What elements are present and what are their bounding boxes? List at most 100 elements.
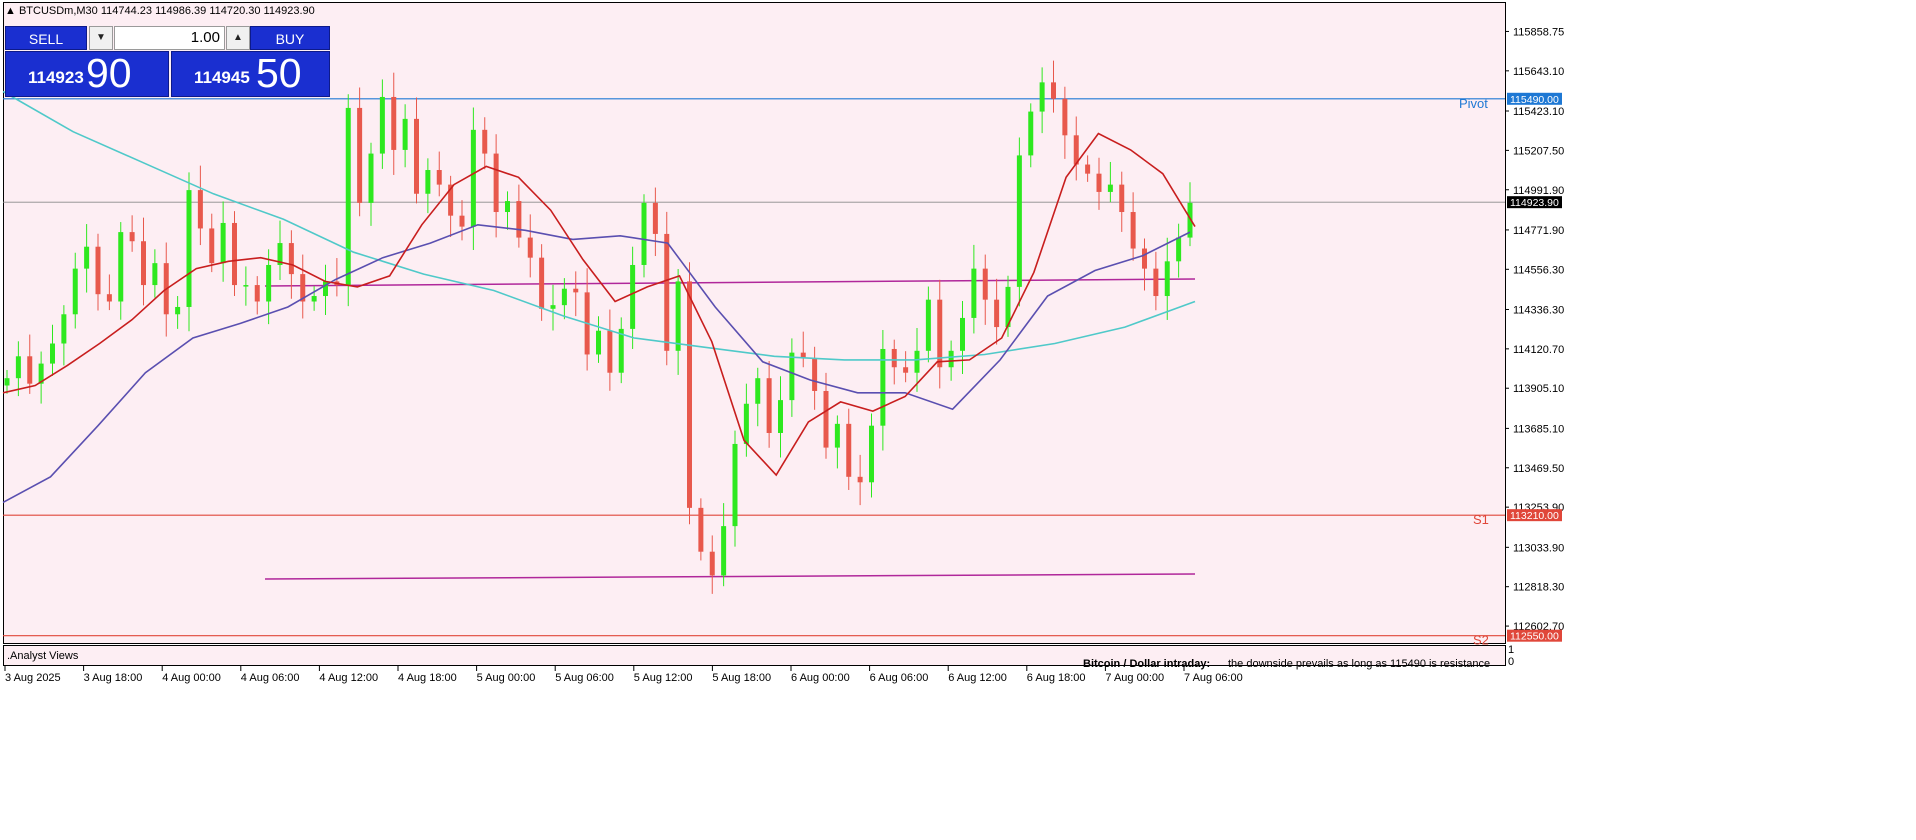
sell-button[interactable]: SELL: [5, 26, 87, 50]
candle-body: [960, 317, 965, 351]
x-tick-label: 5 Aug 12:00: [634, 672, 693, 684]
candle-body: [1016, 155, 1022, 287]
candle-body: [732, 443, 738, 527]
candle-body: [414, 118, 419, 194]
candle-body: [778, 400, 783, 433]
candle-body: [709, 551, 715, 576]
candle-body: [925, 299, 931, 351]
candle-body: [1107, 184, 1113, 192]
candle-body: [687, 281, 692, 508]
y-tick-label: 113905.10: [1513, 383, 1564, 395]
candle-body: [721, 526, 727, 576]
candle-body: [345, 107, 351, 286]
candle-body: [1085, 164, 1091, 174]
level-price-label: 113210.00: [1510, 510, 1559, 522]
candle-body: [288, 243, 294, 275]
x-tick-label: 4 Aug 06:00: [241, 672, 300, 684]
buy-price-big: 50: [256, 50, 302, 96]
analyst-box-text: the downside prevails as long as 115490 …: [1228, 658, 1490, 670]
candle-body: [129, 232, 135, 242]
candle-body: [459, 215, 465, 227]
candle-body: [368, 153, 374, 203]
candle-body: [493, 153, 499, 213]
level-name-s1: S1: [1473, 512, 1489, 527]
candle-body: [106, 294, 112, 302]
candle-body: [550, 305, 556, 309]
subwindow-tick: 0: [1508, 656, 1514, 668]
candle-body: [1039, 82, 1045, 112]
y-tick-label: 115643.10: [1513, 66, 1564, 78]
candle-body: [812, 358, 818, 391]
candle-body: [482, 129, 488, 154]
candle-body: [220, 222, 226, 264]
candle-body: [118, 232, 124, 302]
x-tick-label: 4 Aug 00:00: [162, 672, 221, 684]
x-tick-label: 7 Aug 00:00: [1105, 672, 1164, 684]
candle-body: [197, 190, 203, 229]
candle-body: [357, 107, 363, 203]
level-price-label: 112550.00: [1510, 631, 1559, 643]
candle-body: [4, 378, 10, 386]
plot-area: [3, 2, 1505, 643]
candle-body: [1176, 237, 1182, 262]
candle-body: [95, 246, 101, 295]
candle-body: [869, 425, 874, 483]
candle-body: [379, 96, 385, 154]
candle-body: [311, 296, 317, 302]
candle-body: [436, 170, 442, 185]
level-price-label: 115490.00: [1510, 94, 1559, 106]
volume-decrease-icon[interactable]: ▼: [89, 26, 113, 50]
candle-body: [891, 348, 897, 368]
candle-body: [175, 306, 181, 315]
candle-body: [948, 350, 954, 368]
candle-body: [141, 241, 146, 286]
x-tick-label: 6 Aug 12:00: [948, 672, 1007, 684]
candle-body: [539, 257, 545, 309]
candle-body: [84, 246, 90, 269]
indicator-label: .Analyst Views: [7, 650, 79, 662]
candle-body: [641, 202, 647, 265]
buy-quote[interactable]: 114945 50: [171, 50, 330, 97]
y-tick-label: 112818.30: [1513, 582, 1564, 594]
candle-body: [27, 356, 33, 384]
candle-body: [1153, 268, 1159, 297]
candle-body: [402, 118, 408, 150]
volume-increase-icon[interactable]: ▲: [226, 26, 250, 50]
candle-body: [652, 202, 658, 234]
sell-quote[interactable]: 114923 90: [5, 50, 169, 97]
candle-body: [243, 285, 249, 287]
candle-body: [982, 268, 988, 300]
price-chart[interactable]: 115858.75 115643.10 115423.10 115207.50 1149…: [0, 0, 1916, 840]
candle-body: [516, 201, 522, 238]
candle-body: [1051, 82, 1056, 99]
candle-body: [664, 233, 670, 351]
volume-input[interactable]: 1.00: [114, 26, 225, 50]
candle-body: [15, 356, 21, 379]
candle-body: [152, 263, 158, 286]
candle-body: [903, 367, 909, 373]
candle-body: [789, 352, 795, 401]
x-tick-label: 5 Aug 00:00: [477, 672, 536, 684]
y-tick-label: 113469.50: [1513, 463, 1564, 475]
candle-body: [209, 228, 215, 264]
one-click-trading-panel: SELL ▼ 1.00 ▲ BUY 114923 90 114945 50: [5, 26, 330, 97]
candle-body: [857, 476, 863, 483]
candle-body: [618, 328, 624, 373]
x-tick-label: 6 Aug 18:00: [1027, 672, 1086, 684]
y-tick-label: 113685.10: [1513, 423, 1564, 435]
level-name-pivot: Pivot: [1459, 96, 1488, 111]
chart-window: 115858.75 115643.10 115423.10 115207.50 1149…: [0, 0, 1916, 840]
y-tick-label: 113033.90: [1513, 542, 1564, 554]
y-tick-label: 115207.50: [1513, 145, 1564, 157]
candle-body: [186, 190, 192, 307]
x-tick-label: 5 Aug 06:00: [555, 672, 614, 684]
x-tick-label: 4 Aug 12:00: [319, 672, 378, 684]
sell-price-small: 114923: [28, 68, 84, 87]
candle-body: [391, 96, 397, 150]
candle-body: [1130, 212, 1136, 249]
x-tick-label: 3 Aug 2025: [5, 672, 61, 684]
y-tick-label: 114120.70: [1513, 344, 1564, 356]
candle-body: [61, 314, 67, 344]
buy-button[interactable]: BUY: [250, 26, 330, 50]
candle-body: [527, 237, 533, 258]
